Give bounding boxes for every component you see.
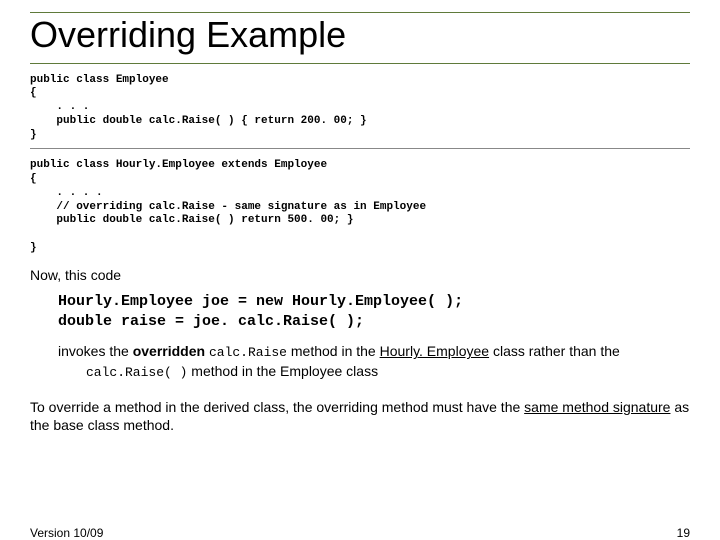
footer-page-number: 19 — [677, 526, 690, 540]
text: To override a method in the derived clas… — [30, 399, 524, 415]
mono-calcRaise: calc.Raise — [209, 345, 287, 360]
title-rule-bottom: Overriding Example — [30, 15, 690, 64]
code-block-hourly: public class Hourly.Employee extends Emp… — [30, 159, 690, 255]
underline-same-signature: same method signature — [524, 399, 670, 415]
mono-calcRaise-call: calc.Raise( ) — [86, 365, 187, 380]
footer: Version 10/09 19 — [30, 526, 690, 540]
bold-overridden: overridden — [133, 343, 205, 359]
text: class rather than the — [489, 343, 620, 359]
slide-title: Overriding Example — [30, 15, 690, 55]
footer-version: Version 10/09 — [30, 526, 103, 540]
code-block-employee: public class Employee { . . . public dou… — [30, 74, 690, 150]
code-block-usage: Hourly.Employee joe = new Hourly.Employe… — [58, 292, 690, 333]
underline-hourly-employee: Hourly. Employee — [380, 343, 489, 359]
title-rule-top: Overriding Example — [30, 12, 690, 64]
paragraph-invokes: invokes the overridden calc.Raise method… — [58, 342, 690, 382]
text: method in the — [287, 343, 380, 359]
slide: Overriding Example public class Employee… — [0, 12, 720, 540]
text: invokes the — [58, 343, 133, 359]
now-this-code-label: Now, this code — [30, 266, 690, 284]
text: method in the Employee class — [187, 363, 378, 379]
paragraph-override-rule: To override a method in the derived clas… — [30, 398, 690, 434]
